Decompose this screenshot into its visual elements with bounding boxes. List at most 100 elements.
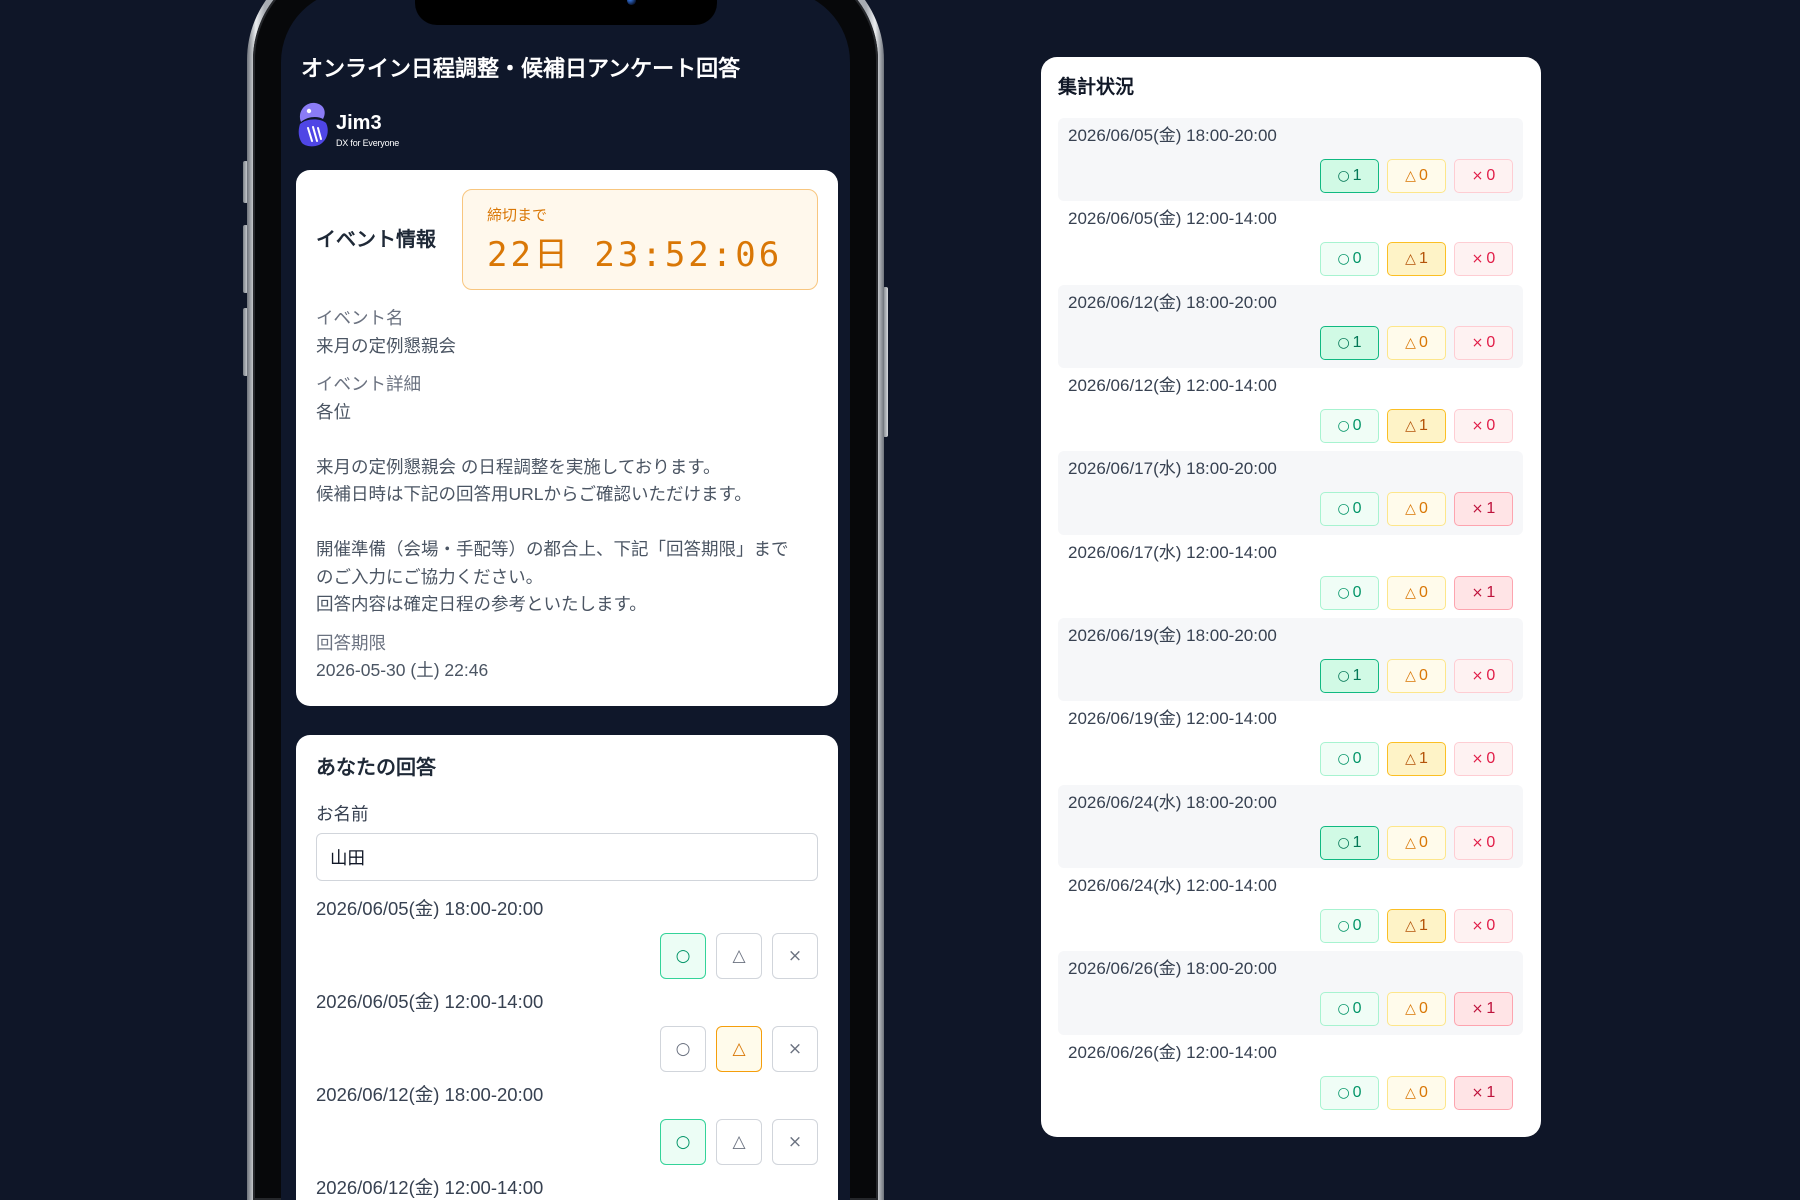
maybe-symbol: △ bbox=[1405, 501, 1416, 518]
maybe-count: 0 bbox=[1418, 666, 1428, 684]
maybe-symbol: △ bbox=[1405, 917, 1416, 934]
field-label: 回答期限 bbox=[316, 632, 386, 653]
choice-button-group: ○ △ × bbox=[316, 933, 818, 979]
name-input[interactable] bbox=[316, 833, 818, 881]
event-detail-field: イベント詳細 各位 来月の定例懇親会 の日程調整を実施しております。 候補日時は… bbox=[316, 371, 818, 619]
ng-symbol: × bbox=[1471, 584, 1484, 601]
ok-symbol: ○ bbox=[1337, 501, 1350, 518]
event-info-header: イベント情報 締切まで 22日 23:52:06 bbox=[316, 189, 818, 290]
phone-mockup: オンライン日程調整・候補日アンケート回答 Jim3 DX for Everyon… bbox=[247, 0, 884, 1200]
choice-ng-button[interactable]: × bbox=[772, 1119, 818, 1165]
jim3-mascot-icon bbox=[298, 102, 328, 147]
maybe-count-badge: △ 0 bbox=[1387, 575, 1446, 610]
maybe-count-badge: △ 0 bbox=[1387, 1075, 1446, 1110]
summary-row-date: 2026/06/19(金) 18:00-20:00 bbox=[1068, 625, 1277, 645]
ok-count: 1 bbox=[1352, 167, 1362, 184]
summary-count-group: ○ 0 △ 0 × 1 bbox=[1068, 492, 1513, 527]
ok-count-badge: ○ 0 bbox=[1320, 408, 1379, 443]
choice-ng-button[interactable]: × bbox=[772, 1026, 818, 1072]
ok-count: 0 bbox=[1352, 1083, 1362, 1101]
summary-row: 2026/06/17(水) 18:00-20:00 ○ 0 △ 0 × 1 bbox=[1058, 451, 1523, 535]
ng-count: 0 bbox=[1486, 916, 1496, 934]
ng-symbol: × bbox=[1471, 917, 1484, 934]
ng-symbol: × bbox=[1471, 417, 1484, 434]
summary-row-date: 2026/06/17(水) 12:00-14:00 bbox=[1068, 542, 1277, 562]
dynamic-island bbox=[415, 0, 717, 25]
ng-symbol: × bbox=[1471, 834, 1484, 851]
phone-screen: オンライン日程調整・候補日アンケート回答 Jim3 DX for Everyon… bbox=[281, 0, 850, 1200]
maybe-symbol: △ bbox=[1405, 251, 1416, 268]
maybe-symbol: △ bbox=[1405, 1001, 1416, 1018]
summary-row: 2026/06/26(金) 18:00-20:00 ○ 0 △ 0 × 1 bbox=[1058, 951, 1523, 1035]
summary-count-group: ○ 0 △ 1 × 0 bbox=[1068, 242, 1513, 277]
maybe-count-badge: △ 0 bbox=[1387, 325, 1446, 360]
summary-count-group: ○ 0 △ 1 × 0 bbox=[1068, 408, 1513, 443]
brand-logo: Jim3 DX for Everyone bbox=[296, 101, 399, 148]
summary-row-date: 2026/06/05(金) 18:00-20:00 bbox=[1068, 126, 1277, 145]
ng-count: 1 bbox=[1486, 500, 1496, 518]
maybe-count-badge: △ 1 bbox=[1387, 908, 1446, 943]
ok-count-badge: ○ 0 bbox=[1320, 908, 1379, 943]
choice-button-group: ○ △ × bbox=[316, 1119, 818, 1165]
ng-count: 0 bbox=[1486, 333, 1496, 351]
ng-count: 1 bbox=[1486, 1083, 1496, 1101]
ng-count: 0 bbox=[1486, 750, 1496, 768]
summary-row: 2026/06/17(水) 12:00-14:00 ○ 0 △ 0 × 1 bbox=[1058, 535, 1523, 618]
maybe-count-badge: △ 0 bbox=[1387, 825, 1446, 860]
summary-heading: 集計状況 bbox=[1058, 77, 1135, 98]
maybe-count: 0 bbox=[1418, 1000, 1428, 1018]
ok-symbol: ○ bbox=[1337, 334, 1350, 351]
maybe-count: 0 bbox=[1418, 167, 1428, 184]
ok-symbol: ○ bbox=[1337, 917, 1350, 934]
name-label: お名前 bbox=[316, 804, 369, 824]
field-label: イベント名 bbox=[316, 308, 404, 328]
summary-row: 2026/06/05(金) 12:00-14:00 ○ 0 △ 1 × 0 bbox=[1058, 201, 1523, 284]
summary-count-group: ○ 0 △ 0 × 1 bbox=[1068, 1075, 1513, 1110]
ng-count-badge: × 1 bbox=[1454, 1075, 1513, 1110]
choice-ok-button[interactable]: ○ bbox=[660, 933, 706, 979]
ok-count-badge: ○ 1 bbox=[1320, 658, 1379, 693]
ng-symbol: × bbox=[1471, 751, 1484, 768]
summary-count-group: ○ 0 △ 1 × 0 bbox=[1068, 908, 1513, 943]
slot-date-label: 2026/06/05(金) 18:00-20:00 bbox=[316, 898, 544, 919]
choice-ok-button[interactable]: ○ bbox=[660, 1026, 706, 1072]
choice-maybe-button[interactable]: △ bbox=[716, 1026, 762, 1072]
ng-count: 0 bbox=[1486, 167, 1496, 184]
ng-count-badge: × 0 bbox=[1454, 325, 1513, 360]
ng-count: 1 bbox=[1486, 583, 1496, 601]
choice-ok-button[interactable]: ○ bbox=[660, 1119, 706, 1165]
countdown-timer: 22日 23:52:06 bbox=[487, 235, 783, 275]
summary-count-group: ○ 1 △ 0 × 0 bbox=[1068, 658, 1513, 693]
deadline-countdown: 締切まで 22日 23:52:06 bbox=[462, 189, 818, 290]
summary-row-date: 2026/06/19(金) 12:00-14:00 bbox=[1068, 709, 1277, 729]
choice-maybe-button[interactable]: △ bbox=[716, 1119, 762, 1165]
summary-row-list: 2026/06/05(金) 18:00-20:00 ○ 1 △ 0 × 0 2026/06/0… bbox=[1058, 118, 1523, 1118]
maybe-count-badge: △ 0 bbox=[1387, 159, 1446, 193]
maybe-count-badge: △ 0 bbox=[1387, 992, 1446, 1027]
ok-count-badge: ○ 0 bbox=[1320, 1075, 1379, 1110]
summary-count-group: ○ 1 △ 0 × 0 bbox=[1068, 825, 1513, 860]
ng-symbol: × bbox=[1471, 251, 1484, 268]
maybe-symbol: △ bbox=[1405, 667, 1416, 684]
maybe-count: 1 bbox=[1418, 916, 1428, 934]
ok-count: 0 bbox=[1352, 916, 1362, 934]
event-info-card: イベント情報 締切まで 22日 23:52:06 イベント名 来月の定例懇親会 … bbox=[296, 170, 838, 706]
event-info-heading: イベント情報 bbox=[316, 228, 436, 251]
summary-row-date: 2026/06/12(金) 18:00-20:00 bbox=[1068, 292, 1277, 312]
maybe-count: 1 bbox=[1418, 250, 1428, 268]
front-camera-icon bbox=[627, 0, 636, 5]
ok-count-badge: ○ 1 bbox=[1320, 825, 1379, 860]
maybe-symbol: △ bbox=[1405, 417, 1416, 434]
summary-row: 2026/06/24(水) 12:00-14:00 ○ 0 △ 1 × 0 bbox=[1058, 868, 1523, 951]
maybe-symbol: △ bbox=[1405, 1084, 1416, 1101]
choice-ng-button[interactable]: × bbox=[772, 933, 818, 979]
ok-symbol: ○ bbox=[1337, 251, 1350, 268]
deadline-value: 2026-05-30 (土) 22:46 bbox=[316, 660, 489, 680]
ng-count: 0 bbox=[1486, 666, 1496, 684]
summary-count-group: ○ 0 △ 1 × 0 bbox=[1068, 742, 1513, 777]
ng-count: 1 bbox=[1486, 1000, 1496, 1018]
ng-count-badge: × 1 bbox=[1454, 575, 1513, 610]
choice-button-group: ○ △ × bbox=[316, 1026, 818, 1072]
choice-maybe-button[interactable]: △ bbox=[716, 933, 762, 979]
ng-count-badge: × 0 bbox=[1454, 825, 1513, 860]
